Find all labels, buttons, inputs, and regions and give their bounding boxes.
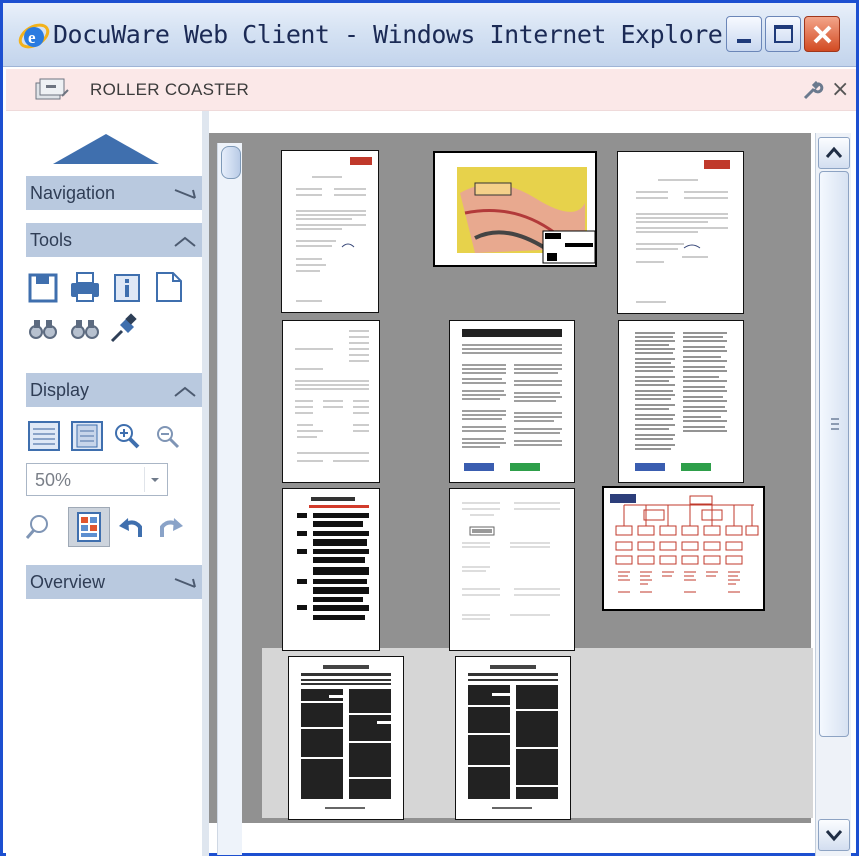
page-thumbnail[interactable] xyxy=(449,488,575,651)
svg-text:e: e xyxy=(28,28,36,47)
pin-icon[interactable] xyxy=(110,313,140,343)
print-icon[interactable] xyxy=(69,271,101,303)
window-title: DocuWare Web Client - Windows Internet E… xyxy=(53,20,737,49)
close-window-button[interactable] xyxy=(804,16,840,52)
page-thumbnail[interactable] xyxy=(449,320,575,483)
magnifier-icon[interactable] xyxy=(26,514,50,540)
letter-page-image xyxy=(636,160,730,303)
section-tools[interactable]: Tools xyxy=(26,223,202,257)
section-display-label: Display xyxy=(30,380,90,400)
close-icon xyxy=(813,25,832,44)
thumbnail-view-button[interactable] xyxy=(68,507,110,547)
org-chart-page-image xyxy=(610,494,759,593)
page-thumbnail[interactable] xyxy=(602,486,765,611)
page-thumbnail[interactable] xyxy=(455,656,571,820)
page-thumbnail[interactable] xyxy=(281,150,379,313)
vertical-scrollbar[interactable] xyxy=(815,133,851,856)
chevron-down-icon xyxy=(174,578,196,588)
page-thumbnail[interactable] xyxy=(617,151,744,314)
minimize-button[interactable] xyxy=(726,16,762,52)
zoom-in-icon[interactable] xyxy=(114,423,140,449)
wrench-icon[interactable] xyxy=(802,81,824,101)
maximize-button[interactable] xyxy=(765,16,801,52)
two-page-icon[interactable] xyxy=(71,421,103,451)
chevron-up-icon xyxy=(174,386,196,397)
zoom-select[interactable]: 50% xyxy=(26,463,168,496)
section-tools-label: Tools xyxy=(30,230,73,250)
scroll-up-button[interactable] xyxy=(818,137,850,169)
file-cabinet-icon xyxy=(35,78,69,100)
sidebar: Navigation Tools Display 50% Overview xyxy=(6,111,202,856)
page-thumbnail[interactable] xyxy=(288,656,404,820)
zoom-out-icon[interactable] xyxy=(156,425,180,449)
section-overview-label: Overview xyxy=(30,572,106,592)
page-thumbnail[interactable] xyxy=(282,320,380,483)
minimize-icon xyxy=(737,39,751,43)
thumbnail-view-icon xyxy=(77,512,101,542)
article-page-image xyxy=(468,665,558,809)
info-icon[interactable] xyxy=(113,273,141,303)
redo-icon[interactable] xyxy=(158,515,184,539)
thumbnail-track xyxy=(217,143,242,855)
article-page-image xyxy=(301,665,391,809)
find-icon[interactable] xyxy=(28,317,58,341)
page-thumbnail[interactable] xyxy=(433,151,597,267)
letter-page-image xyxy=(296,157,372,302)
map-page-image xyxy=(457,167,596,264)
text-columns-page-image xyxy=(462,329,562,471)
title-bar[interactable]: e DocuWare Web Client - Windows Internet… xyxy=(3,3,856,67)
section-navigation-label: Navigation xyxy=(30,183,116,203)
section-navigation[interactable]: Navigation xyxy=(26,176,202,210)
close-icon[interactable]: × xyxy=(831,79,849,101)
table-page-image xyxy=(297,497,369,620)
cabinet-header: ROLLER COASTER × xyxy=(6,69,856,111)
page-thumbnail[interactable] xyxy=(282,488,380,651)
find-next-icon[interactable] xyxy=(70,317,100,341)
scroll-thumb[interactable] xyxy=(819,171,849,737)
single-page-icon[interactable] xyxy=(28,421,60,451)
undo-icon[interactable] xyxy=(118,515,144,539)
section-overview[interactable]: Overview xyxy=(26,565,202,599)
page-thumbnail[interactable] xyxy=(618,320,744,483)
save-icon[interactable] xyxy=(28,273,58,303)
cabinet-title: ROLLER COASTER xyxy=(90,80,250,99)
maximize-icon xyxy=(774,25,793,43)
text-columns-page-image xyxy=(635,332,727,471)
sidebar-splitter[interactable] xyxy=(202,111,209,856)
zoom-value: 50% xyxy=(35,470,72,490)
chevron-down-icon xyxy=(825,830,843,842)
chevron-down-icon xyxy=(151,478,159,482)
collapse-arrow-icon[interactable] xyxy=(51,133,161,165)
browser-window: e DocuWare Web Client - Windows Internet… xyxy=(0,0,859,856)
form-page-image xyxy=(295,330,369,462)
blank-form-page-image xyxy=(462,502,560,620)
document-icon[interactable] xyxy=(155,271,183,303)
thumbnail-slider[interactable] xyxy=(221,146,241,179)
section-display[interactable]: Display xyxy=(26,373,202,407)
chevron-up-icon xyxy=(174,236,196,247)
scroll-down-button[interactable] xyxy=(818,819,850,851)
grip-icon xyxy=(831,418,839,430)
chevron-down-icon xyxy=(174,189,196,199)
chevron-up-icon xyxy=(825,146,843,158)
dropdown-button[interactable] xyxy=(144,467,164,492)
ie-logo-icon: e xyxy=(18,23,50,49)
